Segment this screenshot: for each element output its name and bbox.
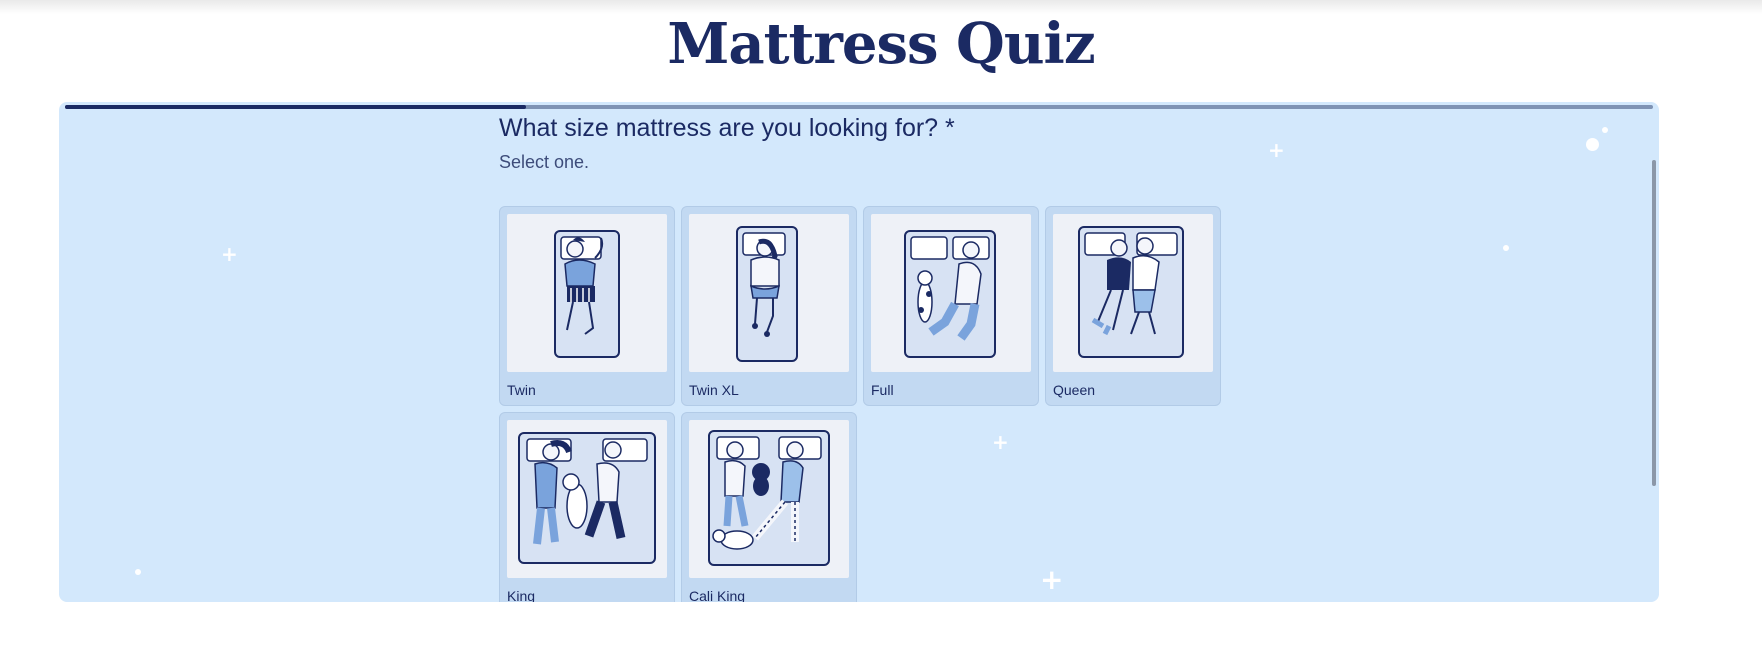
option-label: Twin — [507, 382, 536, 398]
one-tall-sleeper-illustration — [689, 214, 849, 372]
option-full[interactable]: Full — [863, 206, 1039, 406]
sleeper-and-dog-illustration — [871, 214, 1031, 372]
option-label: King — [507, 588, 536, 602]
progress-bar-fill — [65, 105, 526, 109]
option-label: Cali King — [689, 588, 746, 602]
option-cali-king[interactable]: Cali King — [681, 412, 857, 602]
star-dot-icon — [1586, 138, 1599, 151]
sparkle-icon: + — [221, 242, 238, 266]
couple-baby-and-cat-illustration — [689, 420, 849, 578]
option-label: Twin XL — [689, 382, 739, 398]
one-sleeper-illustration — [507, 214, 667, 372]
option-twin-xl[interactable]: Twin XL — [681, 206, 857, 406]
sparkle-icon: + — [1268, 138, 1285, 162]
couple-and-dog-illustration — [507, 420, 667, 578]
size-options: Twin Twin XL Full Queen King Cali King — [499, 206, 1239, 602]
progress-bar — [65, 105, 1653, 109]
quiz-panel: + + + + What size mattress are you looki… — [59, 102, 1659, 602]
instruction-text: Select one. — [499, 152, 590, 172]
option-queen[interactable]: Queen — [1045, 206, 1221, 406]
option-label: Queen — [1053, 382, 1096, 398]
option-king[interactable]: King — [499, 412, 675, 602]
question-text: What size mattress are you looking for? … — [499, 114, 955, 142]
page-title: Mattress Quiz — [667, 11, 1095, 77]
star-dot-icon — [1503, 245, 1509, 251]
star-dot-icon — [1602, 127, 1608, 133]
couple-illustration — [1053, 214, 1213, 372]
option-twin[interactable]: Twin — [499, 206, 675, 406]
star-dot-icon — [135, 569, 141, 575]
option-label: Full — [871, 382, 894, 398]
scrollbar[interactable] — [1652, 160, 1656, 486]
